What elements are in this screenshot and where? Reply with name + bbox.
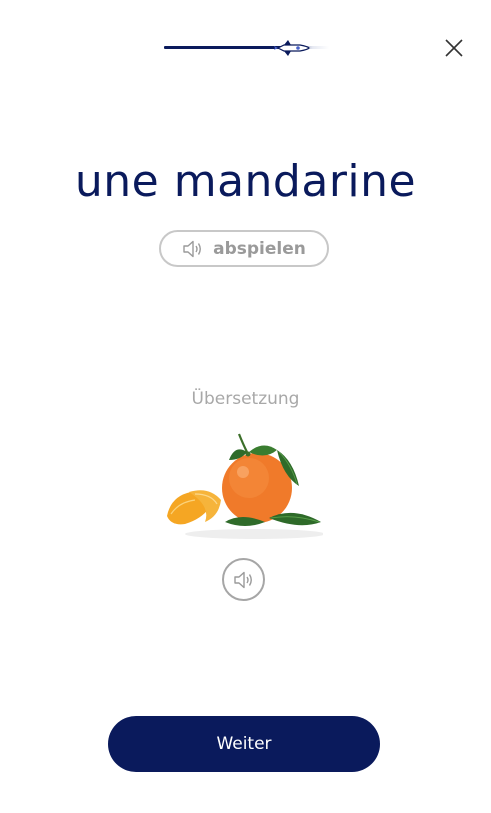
progress-fill	[164, 46, 283, 49]
progress-bar	[164, 40, 329, 56]
rocket-icon	[274, 40, 310, 56]
play-audio-label: abspielen	[213, 238, 306, 259]
close-icon[interactable]	[442, 36, 466, 60]
vocabulary-word: une mandarine	[74, 156, 417, 207]
translation-label: Übersetzung	[191, 389, 300, 409]
speaker-icon	[183, 240, 202, 257]
speaker-icon	[233, 571, 252, 588]
play-audio-button[interactable]: abspielen	[159, 230, 329, 267]
mandarin-image	[167, 433, 323, 539]
next-button[interactable]: Weiter	[108, 716, 380, 772]
play-translation-audio-button[interactable]	[222, 558, 265, 601]
